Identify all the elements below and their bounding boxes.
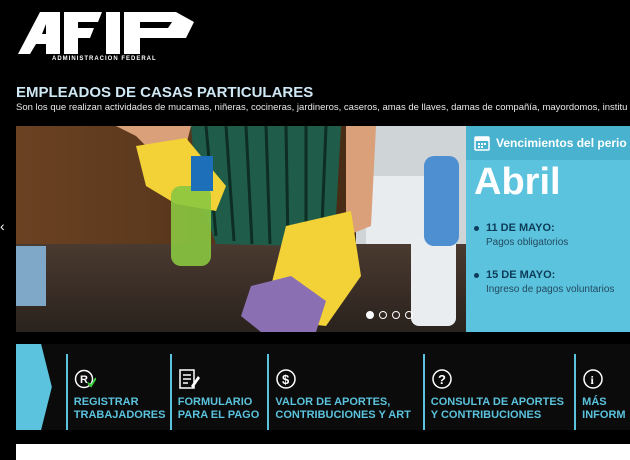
nav-item-formulario[interactable]: FORMULARIO PARA EL PAGO [169,354,268,430]
page-subtitle: Son los que realizan actividades de muca… [16,102,628,113]
deadline-date: 15 DE MAYO: [474,269,614,281]
hero-image [16,126,466,332]
svg-text:$: $ [282,372,290,387]
carousel-dot[interactable] [405,311,413,319]
deadlines-panel: Vencimientos del perio Abril 11 DE MAYO:… [466,126,630,332]
page-title: EMPLEADOS DE CASAS PARTICULARES [16,84,314,101]
deadline-entry: 11 DE MAYO: Pagos obligatorios [474,222,568,248]
nav-item-label: VALOR DE APORTES, CONTRIBUCIONES Y ART [275,396,411,421]
svg-text:?: ? [438,372,446,387]
nav-item-consulta-aportes[interactable]: ? CONSULTA DE APORTES Y CONTRIBUCIONES [422,354,574,430]
svg-text:i: i [591,373,595,387]
svg-text:R: R [80,374,88,386]
calendar-icon [474,136,490,151]
question-circle-icon: ? [432,369,452,389]
page: { "logo": {"wordmark": "AFIP", "tagline"… [0,0,630,460]
form-edit-icon [179,369,200,389]
nav-arrow-decoration [16,344,52,430]
logo-tagline: ADMINISTRACION FEDERAL [52,56,157,62]
registered-check-icon: R [74,369,96,389]
carousel-dots [366,311,413,319]
deadline-description: Pagos obligatorios [486,237,569,248]
dollar-circle-icon: $ [276,369,297,389]
nav-item-registrar[interactable]: R REGISTRAR TRABAJADORES [65,354,170,430]
nav-item-mas-informacion[interactable]: i MÁS INFORM [574,354,630,430]
nav-item-valor-aportes[interactable]: $ VALOR DE APORTES, CONTRIBUCIONES Y ART [267,354,422,430]
info-circle-icon: i [583,369,603,389]
afip-logo[interactable]: ADMINISTRACION FEDERAL [16,10,196,66]
hero-illustration [16,126,466,332]
deadline-date: 11 DE MAYO: [474,222,568,234]
deadline-description: Ingreso de pagos voluntarios [486,284,615,295]
nav-item-label: MÁS INFORM [582,396,626,421]
deadlines-heading: Vencimientos del perio [496,136,627,150]
carousel-dot[interactable] [379,311,387,319]
nav-item-label: FORMULARIO PARA EL PAGO [177,396,260,421]
deadlines-month: Abril [474,161,561,203]
nav-item-label: REGISTRAR TRABAJADORES [73,396,166,421]
nav-item-label: CONSULTA DE APORTES Y CONTRIBUCIONES [430,396,565,421]
carousel-dot[interactable] [366,311,374,319]
services-nav: R REGISTRAR TRABAJADORES FORMULARIO PARA… [16,344,630,430]
afip-logo-mark [18,12,194,54]
carousel-prev-icon[interactable]: ‹ [0,218,5,234]
carousel-dot[interactable] [392,311,400,319]
content-area [16,444,630,460]
deadlines-header: Vencimientos del perio [466,126,630,160]
deadline-entry: 15 DE MAYO: Ingreso de pagos voluntarios [474,269,614,295]
